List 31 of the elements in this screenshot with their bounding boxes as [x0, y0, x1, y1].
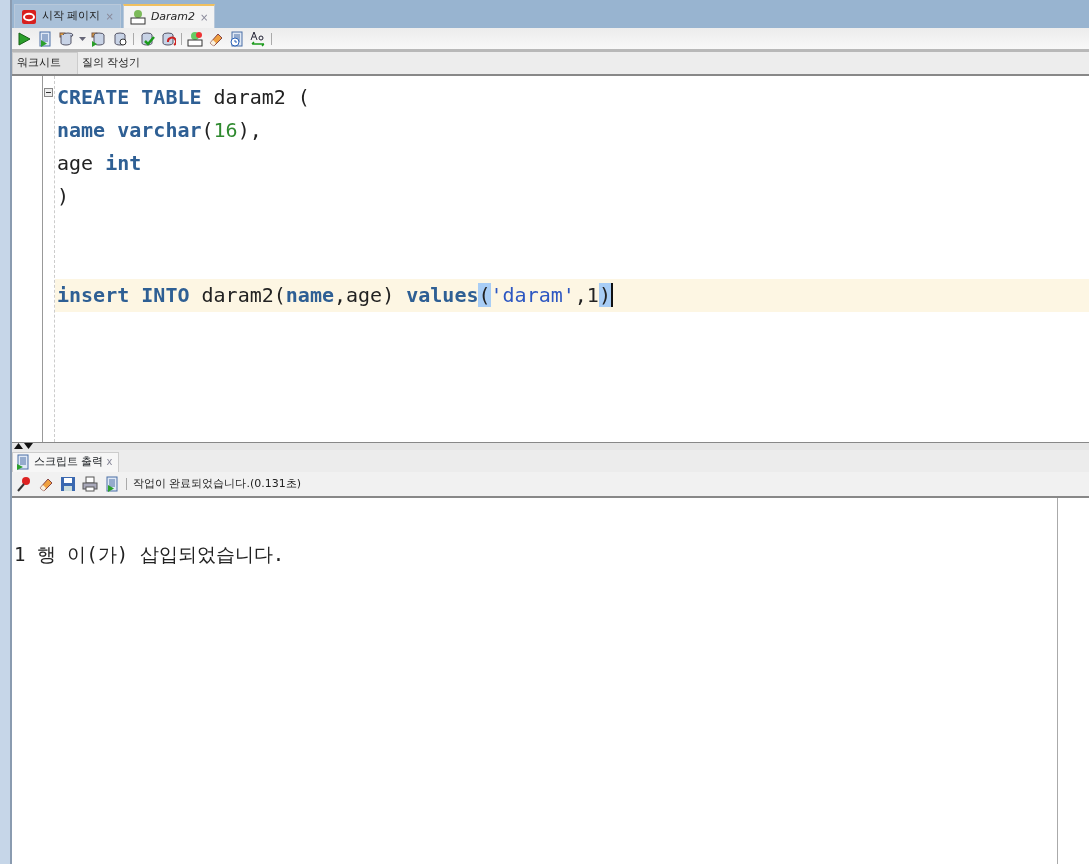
oracle-logo-icon — [21, 8, 37, 25]
output-tab[interactable]: 스크립트 출력 x — [12, 451, 120, 472]
dropdown-caret-icon[interactable] — [79, 36, 86, 41]
rollback-icon[interactable] — [160, 30, 176, 47]
explain-plan-icon[interactable] — [91, 30, 107, 47]
pin-icon[interactable] — [16, 476, 32, 492]
output-text: 1 행 이(가) 삽입되었습니다. — [14, 542, 286, 567]
code-line: CREATE TABLE daram2 ( — [56, 84, 311, 111]
format-icon[interactable] — [250, 30, 266, 47]
history-icon[interactable] — [229, 30, 245, 47]
worksheet-tab[interactable]: 워크시트 — [12, 51, 78, 74]
code-line: ) — [56, 183, 71, 210]
sql-file-icon — [129, 9, 146, 25]
editor-tab[interactable]: Daram2 × — [122, 4, 216, 28]
sql-tuning-icon[interactable] — [187, 30, 203, 47]
code-line: age int — [56, 150, 143, 177]
eraser-icon[interactable] — [38, 476, 54, 492]
run-script-icon[interactable] — [37, 30, 53, 47]
print-icon[interactable] — [82, 476, 98, 492]
editor-tab[interactable]: 시작 페이지 × — [14, 4, 121, 28]
code-line: name varchar(16), — [56, 117, 263, 144]
commit-icon[interactable] — [139, 30, 155, 47]
autotrace-icon[interactable] — [112, 30, 128, 47]
script-output-icon — [15, 453, 31, 470]
run-script-icon[interactable] — [104, 476, 120, 492]
status-text: 작업이 완료되었습니다.(0.131초) — [133, 475, 302, 492]
save-icon[interactable] — [60, 476, 76, 492]
database-icon[interactable] — [58, 30, 74, 47]
run-icon[interactable] — [16, 30, 32, 47]
fold-toggle-icon[interactable] — [44, 88, 53, 97]
worksheet-tab[interactable]: 질의 작성기 — [78, 52, 157, 74]
